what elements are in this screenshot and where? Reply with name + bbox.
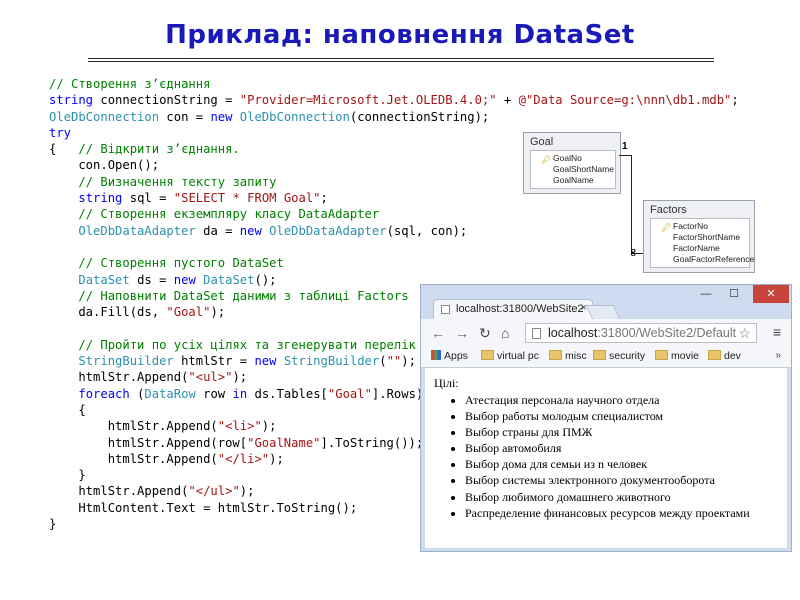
code-line: try	[49, 125, 72, 140]
close-window-button[interactable]: ✕	[753, 285, 789, 303]
bookmark-apps[interactable]: Apps	[431, 350, 468, 362]
title-underline-top	[88, 58, 714, 59]
field-row: GoalFactorReference	[673, 254, 755, 264]
page-favicon-icon	[441, 305, 450, 314]
minimize-button[interactable]: —	[693, 285, 719, 303]
goals-label: Цілі:	[434, 376, 459, 390]
relationship-line	[631, 155, 632, 253]
url-host: localhost	[548, 326, 598, 340]
relationship-one-label: 1	[622, 141, 628, 152]
tab-title: localhost:31800/WebSite2	[456, 303, 584, 315]
code-line: string connectionString = "Provider=Micr…	[49, 93, 739, 108]
code-line: // Створення пустого DataSet	[78, 256, 284, 271]
code-line: // Визначення тексту запиту	[78, 174, 277, 189]
factors-fields: 🔑︎ FactorNo FactorShortName FactorName Go…	[650, 218, 755, 268]
field-row: GoalName	[553, 175, 594, 185]
code-line: OleDbDataAdapter da = new OleDbDataAdapt…	[78, 223, 468, 238]
goal-fields: 🔑︎ GoalNo GoalShortName GoalName	[530, 150, 616, 189]
list-item: Выбор любимого домашнего животного	[465, 489, 750, 505]
back-arrow-icon[interactable]: ←	[431, 325, 445, 341]
field-row: GoalShortName	[553, 164, 614, 174]
field-row: 🔑︎ GoalNo	[541, 153, 582, 164]
browser-window: localhost:31800/WebSite2 × — ☐ ✕ ← → ↻ ⌂…	[420, 284, 792, 552]
bookmark-folder[interactable]: virtual pc	[481, 350, 539, 362]
maximize-button[interactable]: ☐	[721, 285, 747, 303]
star-icon[interactable]: ☆	[738, 325, 751, 342]
bookmark-folder[interactable]: security	[593, 350, 645, 362]
factors-table[interactable]: Factors 🔑︎ FactorNo FactorShortName Facto…	[643, 200, 755, 273]
bookmark-folder[interactable]: dev	[708, 350, 741, 362]
bookmarks-more-icon[interactable]: »	[775, 350, 781, 361]
factors-table-title: Factors	[650, 204, 687, 216]
goal-table-title: Goal	[530, 136, 554, 148]
list-item: Выбор автомобиля	[465, 440, 750, 456]
relationship-many-label: ∞	[627, 247, 641, 258]
folder-icon	[481, 350, 494, 360]
browser-tab[interactable]: localhost:31800/WebSite2 ×	[433, 299, 593, 319]
folder-icon	[655, 350, 668, 360]
bookmarks-bar: Apps virtual pc misc security movie dev …	[421, 347, 791, 368]
bookmark-folder[interactable]: movie	[655, 350, 699, 362]
code-line: OleDbConnection con = new OleDbConnectio…	[49, 109, 490, 124]
code-line: { // Відкрити з’єднання.	[49, 142, 240, 157]
home-icon[interactable]: ⌂	[501, 325, 509, 341]
code-line: string sql = "SELECT * FROM Goal";	[78, 191, 328, 206]
relationship-line	[619, 155, 631, 156]
list-item: Распределение финансовых ресурсов между …	[465, 505, 750, 521]
reload-icon[interactable]: ↻	[479, 325, 491, 342]
page-content: Цілі: Атестация персонала научного отдел…	[425, 368, 787, 548]
list-item: Выбор страны для ПМЖ	[465, 424, 750, 440]
field-row: FactorName	[673, 243, 720, 253]
list-item: Выбор работы молодым специалистом	[465, 408, 750, 424]
title-underline-bottom	[88, 61, 714, 62]
browser-toolbar: ← → ↻ ⌂ localhost:31800/WebSite2/Default…	[421, 319, 791, 347]
slide-title: Приклад: наповнення DataSet	[165, 20, 635, 50]
window-controls: — ☐ ✕	[691, 285, 791, 303]
forward-arrow-icon[interactable]: →	[455, 325, 469, 341]
list-item: Атестация персонала научного отдела	[465, 392, 750, 408]
code-line: con.Open();	[49, 158, 160, 173]
folder-icon	[593, 350, 606, 360]
url-path: :31800/WebSite2/Default	[597, 326, 737, 340]
list-item: Выбор системы электронного документообор…	[465, 472, 750, 488]
folder-icon	[549, 350, 562, 360]
tab-close-icon[interactable]: ×	[581, 302, 587, 314]
bookmark-folder[interactable]: misc	[549, 350, 587, 362]
folder-icon	[708, 350, 721, 360]
code-line: // Створення екземпляру класу DataAdapte…	[78, 207, 380, 222]
apps-icon	[431, 350, 441, 360]
goals-list: Атестация персонала научного отделаВыбор…	[443, 392, 750, 521]
address-bar[interactable]: localhost:31800/WebSite2/Default	[525, 323, 757, 343]
field-row: 🔑︎ FactorNo	[661, 221, 708, 232]
field-row: FactorShortName	[673, 232, 741, 242]
new-tab-button[interactable]	[585, 305, 621, 319]
hamburger-menu-icon[interactable]: ≡	[773, 324, 781, 340]
goal-table[interactable]: Goal 🔑︎ GoalNo GoalShortName GoalName	[523, 132, 621, 194]
code-line: // Створення з’єднання	[49, 77, 211, 91]
list-item: Выбор дома для семьи из n человек	[465, 456, 750, 472]
page-icon	[532, 328, 541, 339]
